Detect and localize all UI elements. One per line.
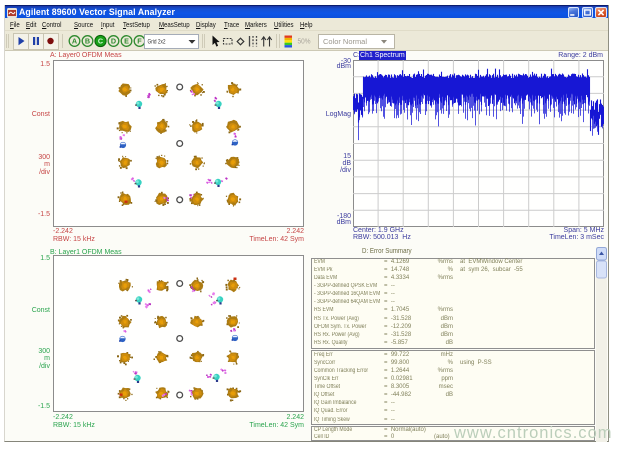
svg-text:Grid 2x2: Grid 2x2 (148, 38, 166, 45)
svg-text:F: F (137, 36, 142, 45)
svg-text:C: C (98, 36, 103, 45)
svg-text:B: B (85, 36, 90, 45)
svg-text:50%: 50% (298, 38, 311, 45)
svg-text:D: D (111, 36, 116, 45)
svg-text:Color Normal: Color Normal (323, 38, 367, 45)
svg-text:A: A (72, 36, 77, 45)
svg-text:E: E (124, 36, 129, 45)
